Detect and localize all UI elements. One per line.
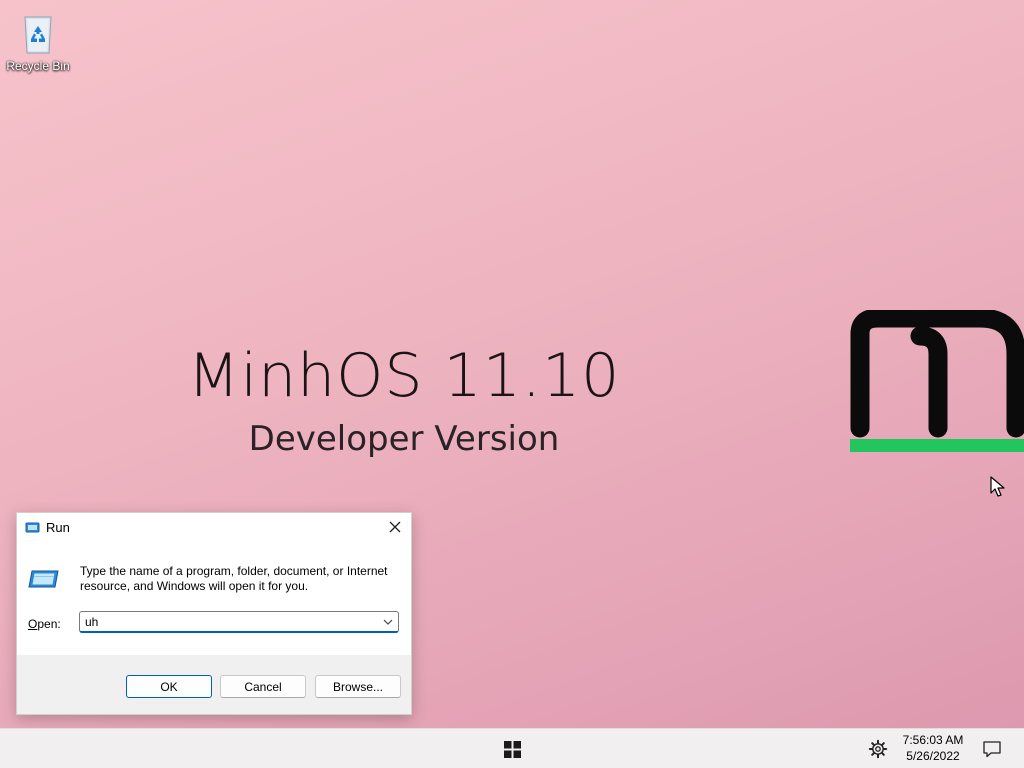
wallpaper-logo <box>850 310 1024 452</box>
taskbar-clock[interactable]: 7:56:03 AM 5/26/2022 <box>896 732 970 764</box>
wallpaper-subtitle: Developer Version <box>248 419 560 459</box>
start-button[interactable] <box>500 737 524 761</box>
desktop-icon-label: Recycle Bin <box>6 59 70 73</box>
wallpaper-title: MinhOS 11.10 <box>187 341 621 411</box>
notifications-button[interactable] <box>982 739 1002 759</box>
run-app-icon <box>25 521 41 535</box>
open-label: Open: <box>28 617 61 631</box>
ok-button[interactable]: OK <box>126 675 212 698</box>
taskbar: 7:56:03 AM 5/26/2022 <box>0 728 1024 768</box>
desktop-icon-recycle-bin[interactable]: Recycle Bin <box>4 12 72 73</box>
dialog-description: Type the name of a program, folder, docu… <box>80 564 388 593</box>
windows-logo-icon <box>503 740 521 758</box>
notification-icon <box>983 741 1001 758</box>
mouse-cursor-icon <box>990 476 1005 497</box>
clock-time: 7:56:03 AM <box>902 733 964 747</box>
chevron-down-icon <box>383 619 393 625</box>
open-input[interactable] <box>85 614 375 630</box>
close-icon <box>389 521 401 533</box>
open-label-text: Open: <box>28 617 61 631</box>
dialog-titlebar[interactable]: Run <box>17 513 411 543</box>
run-dialog: Run Type the name of a program, folder, … <box>16 512 412 715</box>
recycle-bin-icon <box>18 12 58 56</box>
open-combobox[interactable] <box>79 611 399 633</box>
open-dropdown-button[interactable] <box>381 615 395 629</box>
run-program-icon <box>28 568 60 590</box>
browse-button[interactable]: Browse... <box>315 675 401 698</box>
settings-button[interactable] <box>868 739 888 759</box>
dialog-footer: OK Cancel Browse... <box>17 655 411 714</box>
cancel-button[interactable]: Cancel <box>220 675 306 698</box>
close-button[interactable] <box>379 513 411 541</box>
gear-icon <box>868 739 888 759</box>
clock-date: 5/26/2022 <box>906 749 960 763</box>
dialog-title: Run <box>46 520 70 535</box>
